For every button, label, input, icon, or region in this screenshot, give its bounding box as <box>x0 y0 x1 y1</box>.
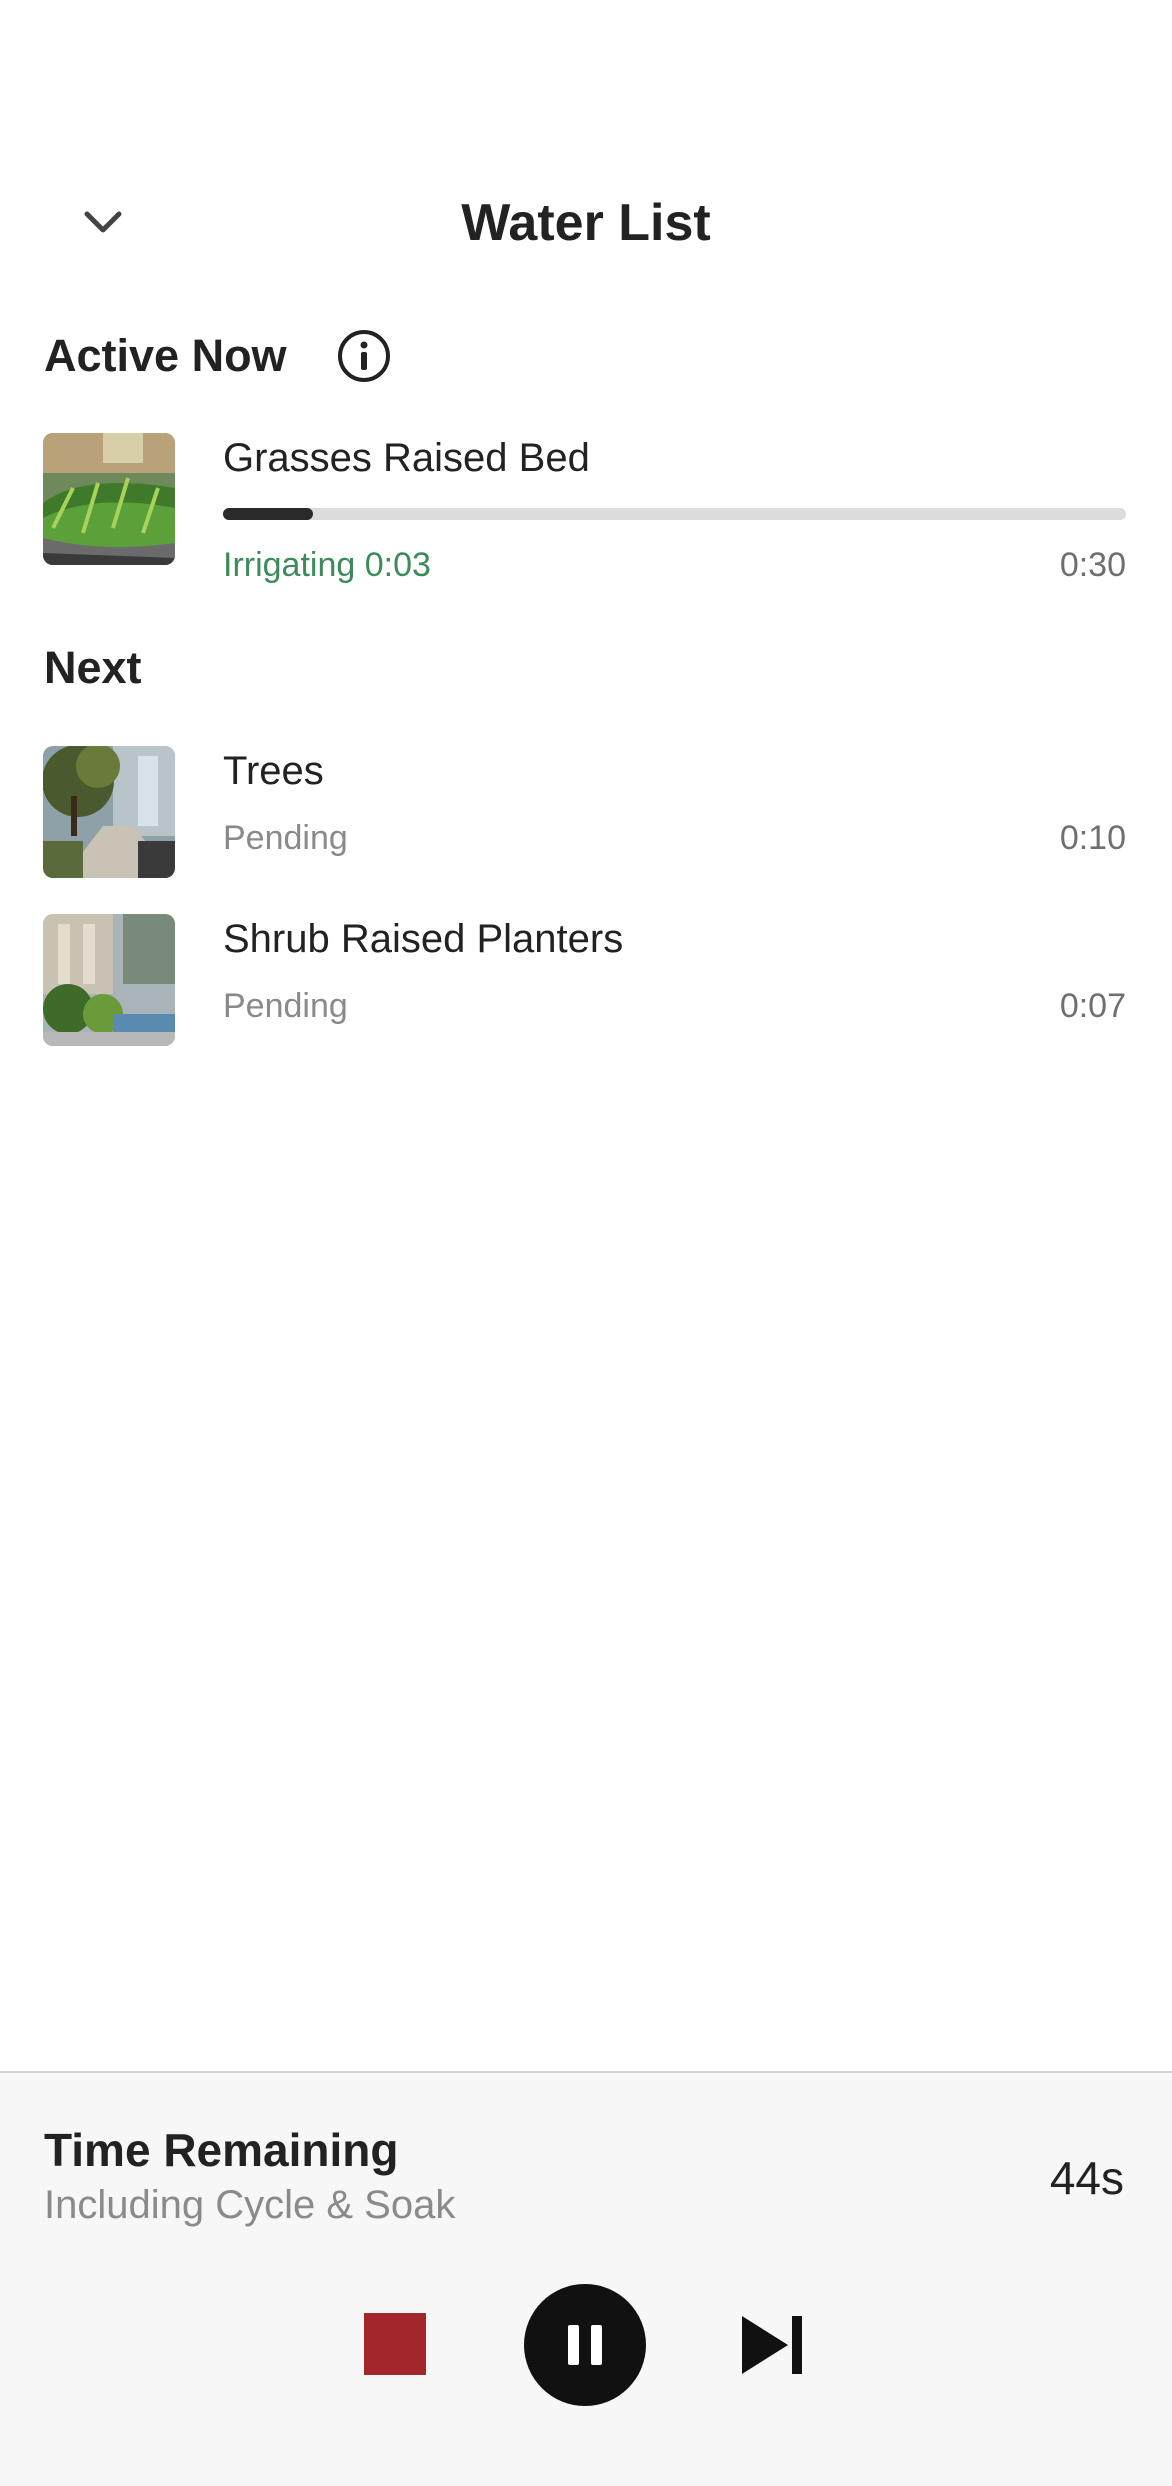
zone-duration: 0:07 <box>1059 987 1126 1025</box>
time-remaining-title: Time Remaining <box>44 2124 399 2176</box>
active-zone-row[interactable]: Grasses Raised Bed Irrigating 0:03 0:30 <box>43 433 1133 593</box>
pause-icon <box>568 2325 602 2365</box>
zone-row-trees[interactable]: Trees Pending 0:10 <box>43 746 1133 886</box>
next-heading: Next <box>44 642 142 693</box>
time-remaining-value: 44s <box>1049 2152 1124 2204</box>
zone-row-shrub-raised-planters[interactable]: Shrub Raised Planters Pending 0:07 <box>43 914 1133 1054</box>
stop-button[interactable] <box>362 2311 428 2377</box>
active-now-heading: Active Now <box>44 330 287 381</box>
zone-progress-fill <box>223 508 314 520</box>
page-title: Water List <box>461 194 711 252</box>
pause-button[interactable] <box>524 2284 646 2406</box>
grasses-thumbnail <box>43 433 175 565</box>
trees-thumbnail <box>43 746 175 878</box>
active-zone-name: Grasses Raised Bed <box>223 436 590 480</box>
stop-icon <box>364 2313 426 2375</box>
zone-progress-bar <box>223 508 1126 520</box>
zone-duration: 0:10 <box>1059 819 1126 857</box>
skip-next-icon <box>742 2316 802 2374</box>
zone-status: Pending <box>223 819 348 857</box>
active-zone-duration: 0:30 <box>1059 546 1126 584</box>
zone-status: Pending <box>223 987 348 1025</box>
zone-name: Shrub Raised Planters <box>223 917 624 961</box>
info-icon <box>338 330 390 382</box>
active-zone-status: Irrigating 0:03 <box>223 546 431 584</box>
info-button[interactable] <box>336 328 392 384</box>
time-remaining-subtitle: Including Cycle & Soak <box>44 2183 456 2227</box>
skip-next-button[interactable] <box>740 2312 806 2378</box>
zone-name: Trees <box>223 749 324 793</box>
shrub-planters-thumbnail <box>43 914 175 1046</box>
